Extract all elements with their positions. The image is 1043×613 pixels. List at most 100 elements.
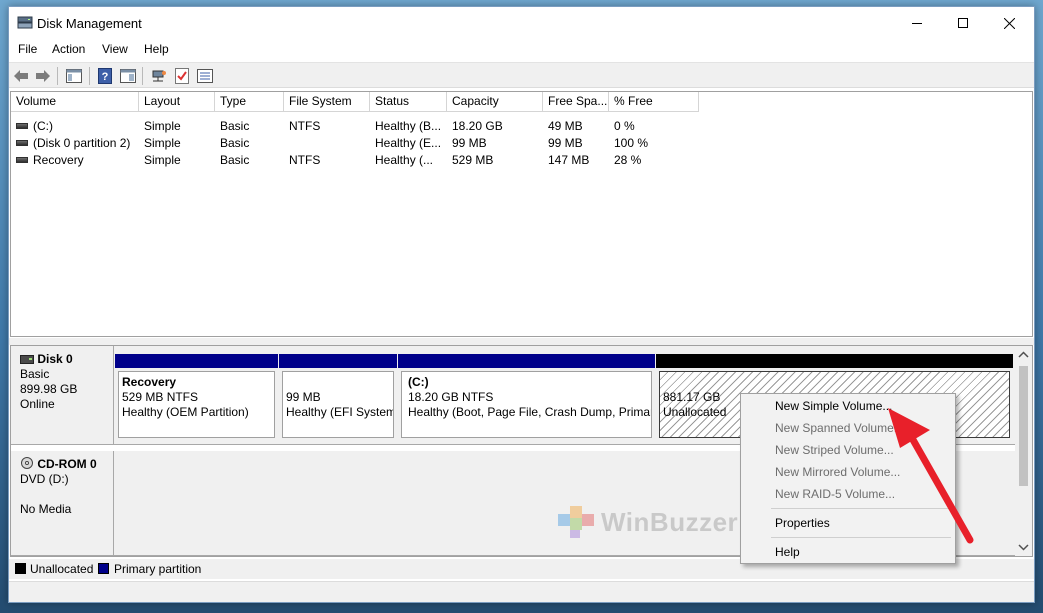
forward-button[interactable] — [34, 67, 52, 85]
volume-icon — [16, 123, 28, 129]
svg-text:?: ? — [102, 71, 109, 83]
partition-efi[interactable]: 99 MB Healthy (EFI System — [279, 354, 397, 441]
help-button[interactable]: ? — [96, 67, 114, 85]
back-arrow-icon — [14, 70, 28, 82]
legend-unallocated-swatch — [15, 563, 26, 574]
cell-type: Basic — [220, 153, 250, 167]
title-bar[interactable]: Disk Management — [9, 7, 1034, 39]
partition-c[interactable]: (C:) 18.20 GB NTFS Healthy (Boot, Page F… — [398, 354, 655, 441]
cell-capacity: 99 MB — [452, 136, 487, 150]
partition-name — [286, 375, 393, 390]
cell-volume: (Disk 0 partition 2) — [33, 136, 131, 150]
connect-icon — [152, 70, 166, 82]
console-tree-icon — [66, 69, 82, 83]
volume-list[interactable]: Volume Layout Type File System Status Ca… — [10, 91, 1033, 337]
back-button[interactable] — [12, 67, 30, 85]
cell-percent-free: 28 % — [614, 153, 642, 167]
scroll-up-icon[interactable] — [1015, 348, 1032, 362]
cell-status: Healthy (B... — [375, 119, 442, 133]
partition-name: Recovery — [122, 375, 177, 389]
disk-icon — [20, 355, 34, 364]
cell-capacity: 18.20 GB — [452, 119, 503, 133]
cdrom-0-label[interactable]: CD-ROM 0 DVD (D:) No Media — [11, 451, 114, 556]
disk-0-type: Basic — [20, 367, 50, 381]
properties-list-button[interactable] — [196, 67, 214, 85]
menu-help-item[interactable]: Help — [741, 541, 955, 563]
maximize-button[interactable] — [940, 7, 986, 39]
cd-drive-icon — [21, 457, 33, 469]
partition-status: Healthy (OEM Partition) — [122, 405, 249, 419]
menu-separator — [771, 508, 951, 509]
cell-volume: (C:) — [33, 119, 53, 133]
help-icon: ? — [98, 68, 112, 84]
column-layout[interactable]: Layout — [139, 92, 215, 112]
menu-bar: File Action View Help — [9, 39, 1034, 59]
menu-separator — [771, 537, 951, 538]
cell-layout: Simple — [144, 153, 181, 167]
cell-type: Basic — [220, 119, 250, 133]
disk-0-label[interactable]: Disk 0 Basic 899.98 GB Online — [11, 346, 114, 445]
column-capacity[interactable]: Capacity — [447, 92, 543, 112]
console-tree-button[interactable] — [65, 67, 83, 85]
cell-layout: Simple — [144, 119, 181, 133]
disk-0-size: 899.98 GB — [20, 382, 78, 396]
legend-unallocated-label: Unallocated — [30, 562, 94, 576]
menu-file[interactable]: File — [18, 42, 37, 56]
disk-0-state: Online — [20, 397, 55, 411]
window-title: Disk Management — [37, 16, 142, 31]
partition-name — [663, 375, 1009, 390]
disk-0-name: Disk 0 — [37, 352, 73, 366]
column-file-system[interactable]: File System — [284, 92, 370, 112]
menu-new-mirrored-volume[interactable]: New Mirrored Volume... — [741, 461, 955, 483]
close-icon — [1003, 17, 1015, 29]
scroll-thumb[interactable] — [1019, 366, 1028, 486]
column-volume[interactable]: Volume — [11, 92, 139, 112]
column-free-space[interactable]: Free Spa... — [543, 92, 609, 112]
close-button[interactable] — [986, 7, 1032, 39]
checklist-button[interactable] — [173, 67, 191, 85]
menu-new-spanned-volume[interactable]: New Spanned Volume... — [741, 417, 955, 439]
disk-management-app-icon — [17, 16, 33, 29]
forward-arrow-icon — [36, 70, 50, 82]
context-menu: New Simple Volume... New Spanned Volume.… — [740, 393, 956, 564]
legend-primary-swatch — [98, 563, 109, 574]
scroll-down-icon[interactable] — [1015, 540, 1032, 554]
minimize-button[interactable] — [894, 7, 940, 39]
cdrom-0-type: DVD (D:) — [20, 472, 69, 486]
column-status[interactable]: Status — [370, 92, 447, 112]
show-hide-button[interactable] — [119, 67, 137, 85]
cell-percent-free: 0 % — [614, 119, 635, 133]
properties-list-icon — [197, 69, 213, 83]
column-percent-free[interactable]: % Free — [609, 92, 699, 112]
show-hide-icon — [120, 69, 136, 83]
toolbar: ? — [9, 62, 1034, 88]
menu-help[interactable]: Help — [144, 42, 169, 56]
status-bar — [9, 581, 1034, 602]
cdrom-0-state: No Media — [20, 502, 72, 516]
partition-size: 18.20 GB NTFS — [408, 390, 494, 404]
menu-view[interactable]: View — [102, 42, 128, 56]
cell-layout: Simple — [144, 136, 181, 150]
partition-size: 99 MB — [286, 390, 321, 404]
legend-primary-label: Primary partition — [114, 562, 202, 576]
cell-capacity: 529 MB — [452, 153, 494, 167]
graph-vertical-scrollbar[interactable] — [1015, 346, 1032, 556]
connect-button[interactable] — [150, 67, 168, 85]
cell-type: Basic — [220, 136, 250, 150]
partition-status: Healthy (EFI System — [286, 405, 394, 419]
pane-splitter[interactable] — [9, 338, 1034, 345]
partition-recovery[interactable]: Recovery 529 MB NTFS Healthy (OEM Partit… — [115, 354, 278, 441]
menu-properties[interactable]: Properties — [741, 512, 955, 534]
partition-status: Healthy (Boot, Page File, Crash Dump, Pr… — [408, 405, 652, 419]
menu-action[interactable]: Action — [52, 42, 85, 56]
volume-icon — [16, 140, 28, 146]
minimize-icon — [912, 23, 922, 24]
cell-percent-free: 100 % — [614, 136, 649, 150]
menu-new-raid5-volume[interactable]: New RAID-5 Volume... — [741, 483, 955, 505]
column-type[interactable]: Type — [215, 92, 284, 112]
menu-new-simple-volume[interactable]: New Simple Volume... — [741, 395, 955, 417]
menu-new-striped-volume[interactable]: New Striped Volume... — [741, 439, 955, 461]
cell-file-system — [284, 135, 370, 152]
partition-name: (C:) — [408, 375, 429, 389]
cell-status: Healthy (... — [375, 153, 434, 167]
